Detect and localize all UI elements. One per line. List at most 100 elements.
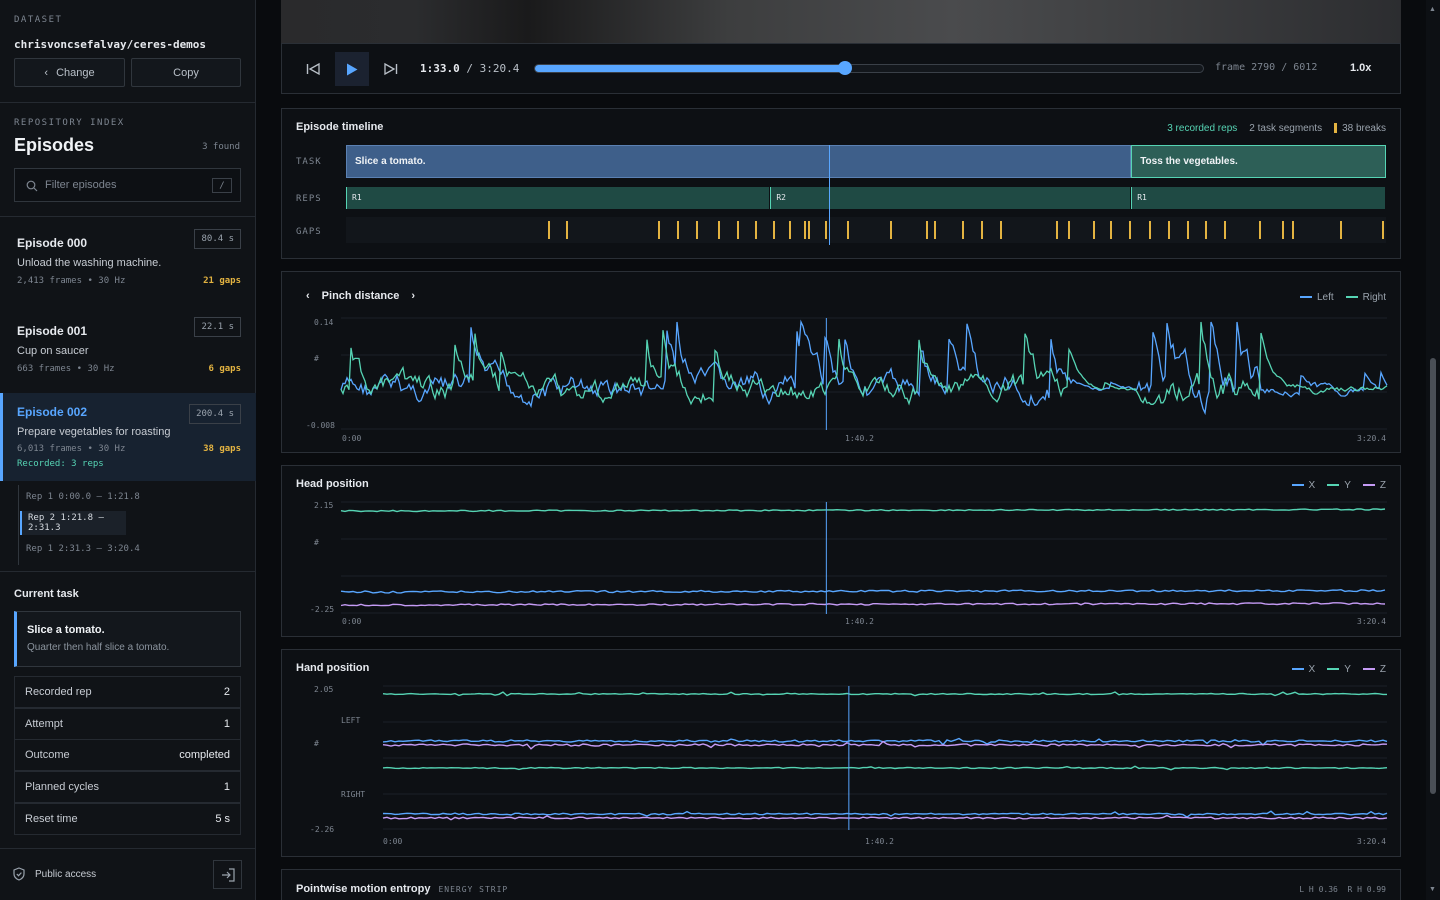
y-axis-mid: # [314,538,319,547]
play-button[interactable] [335,52,369,86]
series-y [340,508,1386,513]
gap-marker[interactable] [696,221,699,239]
gap-marker[interactable] [547,221,550,239]
gap-marker[interactable] [1148,221,1151,239]
gap-marker[interactable] [1129,221,1132,239]
task-segment-2[interactable]: Toss the vegetables. [1131,145,1386,178]
rep-segment-label: R1 [1137,193,1147,202]
prop-outcome: Outcome completed [14,739,241,771]
gap-marker[interactable] [825,221,828,239]
rep-item-2[interactable]: Rep 2 1:21.8 – 2:31.3 [20,511,126,535]
copy-button[interactable]: Copy [131,58,241,87]
filter-episodes-input[interactable]: Filter episodes / [14,168,241,202]
chevron-right-icon[interactable]: › [411,290,415,302]
gap-marker[interactable] [1282,221,1284,239]
gap-marker[interactable] [933,221,936,239]
filter-placeholder: Filter episodes [45,179,117,191]
task-row-label: TASK [296,157,322,167]
skip-forward-button[interactable] [380,58,402,80]
timeline-track: Slice a tomato. Toss the vegetables. R1 … [346,145,1386,245]
breaks-label: 38 breaks [1342,123,1386,134]
rep-segment-1[interactable]: R1 [346,187,770,209]
episode-duration: 200.4 s [189,404,241,424]
gap-marker[interactable] [1056,221,1059,239]
right-series-z [382,814,1388,821]
reps-row-label: REPS [296,194,322,204]
left-series-z [382,740,1388,750]
gap-marker[interactable] [1381,221,1384,239]
gap-marker[interactable] [718,221,721,239]
repository-index-label: REPOSITORY INDEX [14,118,125,128]
gap-marker[interactable] [803,221,806,239]
gap-marker[interactable] [1092,221,1095,239]
seek-handle[interactable] [837,61,852,75]
gap-marker[interactable] [1000,221,1003,239]
gap-marker[interactable] [1223,221,1226,239]
rep-segment-3[interactable]: R1 [1131,187,1385,209]
episode-item-001[interactable]: Episode 001 22.1 s Cup on saucer 663 fra… [0,305,256,393]
rep-item-3[interactable]: Rep 1 2:31.3 – 3:20.4 [20,537,140,561]
gap-marker[interactable] [1167,221,1170,239]
gap-marker[interactable] [847,221,850,239]
rep-segment-2[interactable]: R2 [770,187,1131,209]
hand-position-chart[interactable] [382,685,1388,830]
seek-slider[interactable] [534,61,1204,75]
change-dataset-button[interactable]: ‹ Change [14,58,125,87]
episode-item-000[interactable]: Episode 000 80.4 s Unload the washing ma… [0,217,256,305]
gap-marker[interactable] [961,221,964,239]
right-series-x [382,810,1388,818]
x-axis-start: 0:00 [383,837,403,846]
prop-key: Attempt [25,718,63,730]
pinch-distance-chart[interactable] [340,317,1388,430]
gap-marker[interactable] [1292,221,1295,239]
gap-marker[interactable] [1110,221,1113,239]
motion-entropy-panel: Pointwise motion entropy ENERGY STRIP L … [281,869,1401,900]
gap-marker[interactable] [1340,221,1343,239]
entropy-title: Pointwise motion entropy [296,883,431,895]
gap-marker[interactable] [773,221,776,239]
gap-marker[interactable] [566,221,569,239]
left-hand-label: LEFT [341,716,361,725]
task-segment-1[interactable]: Slice a tomato. [346,145,1132,178]
gap-marker[interactable] [676,221,679,239]
episode-recorded: Recorded: 3 reps [17,459,104,469]
timeline-playhead[interactable] [828,145,830,245]
gap-marker[interactable] [1067,221,1070,239]
gap-marker[interactable] [981,221,984,239]
gap-marker[interactable] [889,221,892,239]
x-axis-start: 0:00 [342,434,362,443]
frame-counter: frame 2790 / 6012 [1215,62,1318,73]
pinch-legend: Left Right [1299,292,1386,303]
episode-item-002[interactable]: Episode 002 200.4 s Prepare vegetables f… [0,393,256,481]
gap-marker[interactable] [658,221,660,239]
copy-label: Copy [173,66,199,79]
scroll-up-icon[interactable]: ▲ [1429,6,1436,13]
chevron-left-icon[interactable]: ‹ [306,290,310,302]
gap-marker[interactable] [926,221,929,239]
scrollbar[interactable]: ▲ ▼ [1426,0,1440,900]
head-position-chart[interactable] [340,501,1387,614]
episode-gaps: 38 gaps [203,444,241,454]
prop-value: 1 [223,718,230,730]
legend-label: Right [1362,292,1386,303]
gap-marker[interactable] [789,221,792,239]
gap-marker[interactable] [754,221,757,239]
gap-marker[interactable] [1205,221,1208,239]
scroll-down-icon[interactable]: ▼ [1429,886,1436,893]
episode-description: Unload the washing machine. [17,257,162,269]
playback-speed-button[interactable]: 1.0x [1350,62,1371,74]
current-task-card: Slice a tomato. Quarter then half slice … [14,611,241,667]
scrollbar-thumb[interactable] [1430,358,1436,794]
legend-label: Z [1379,664,1386,675]
rep-item-1[interactable]: Rep 1 0:00.0 – 1:21.8 [20,485,140,509]
gap-marker[interactable] [1259,221,1262,239]
series-z [340,602,1386,607]
gap-marker[interactable] [807,221,810,239]
legend-left: Left [1299,292,1334,303]
gap-marker[interactable] [737,221,740,239]
gap-marker[interactable] [1187,221,1190,239]
prop-value: 2 [223,686,230,698]
sign-in-button[interactable] [213,860,242,889]
prop-reset-time: Reset time 5 s [14,803,241,835]
skip-back-button[interactable] [302,58,324,80]
